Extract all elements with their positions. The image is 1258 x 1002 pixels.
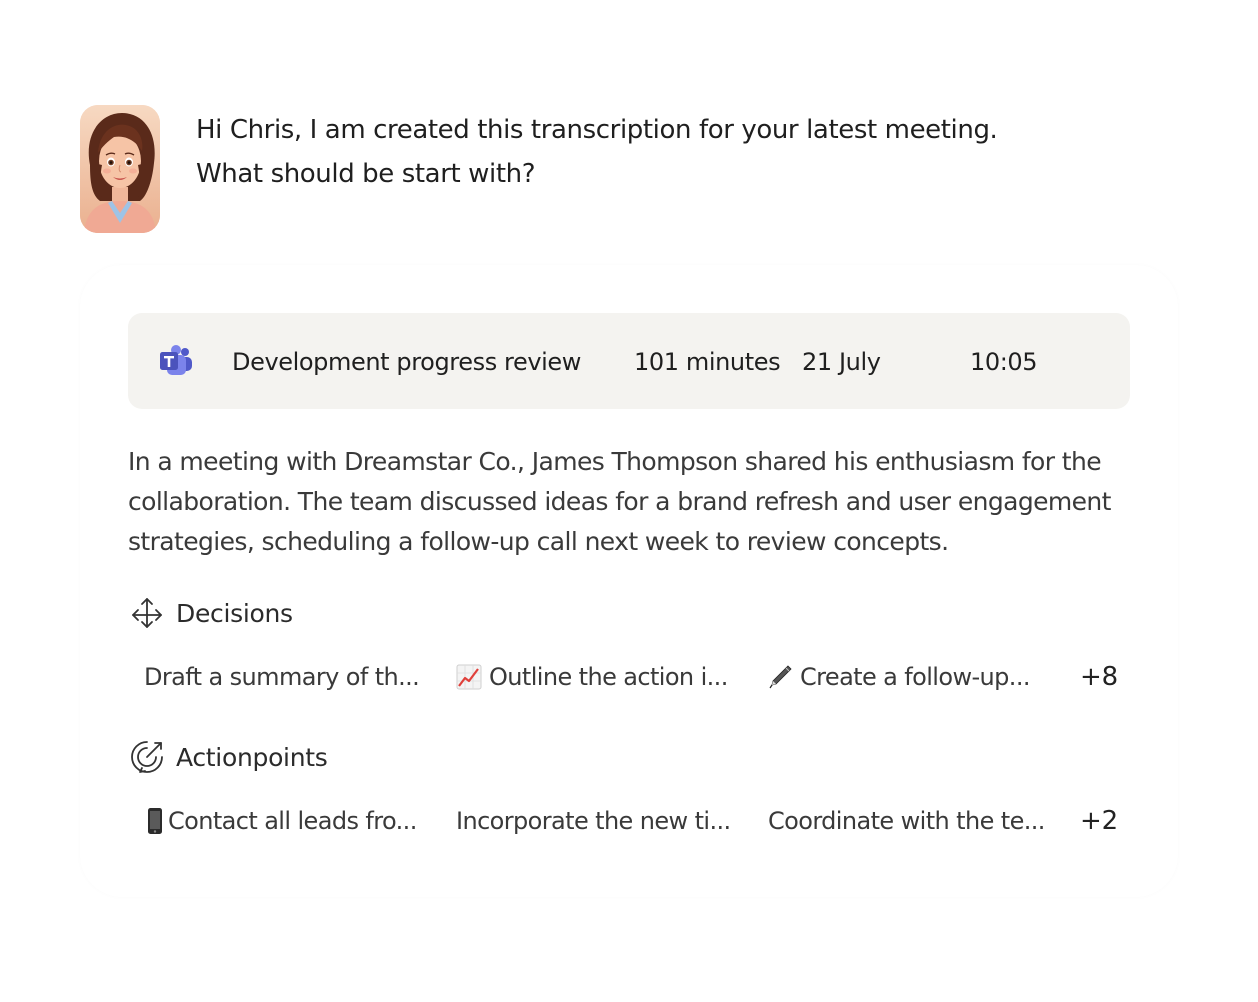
assistant-avatar-illustration — [80, 105, 160, 233]
actionpoint-item[interactable]: Contact all leads fro... — [144, 804, 417, 838]
meeting-date: 21 July — [802, 348, 881, 376]
decision-item-label: Outline the action i... — [489, 663, 728, 691]
decisions-title: Decisions — [176, 598, 293, 628]
meeting-duration: 101 minutes — [634, 348, 781, 376]
decisions-more-button[interactable]: +8 — [1080, 660, 1118, 694]
decisions-header: Decisions — [128, 593, 293, 633]
decision-item[interactable]: Outline the action i... — [455, 660, 728, 694]
decision-item[interactable]: Draft a summary of th... — [144, 660, 420, 694]
actionpoints-more-button[interactable]: +2 — [1080, 804, 1118, 838]
pen-icon — [766, 663, 794, 691]
arrows-move-icon — [132, 598, 162, 628]
assistant-greeting: Hi Chris, I am created this transcriptio… — [196, 108, 1156, 196]
actionpoint-item[interactable]: Incorporate the new ti... — [456, 804, 731, 838]
meeting-title: Development progress review — [232, 348, 582, 376]
rocket-target-icon — [131, 741, 163, 773]
meeting-time: 10:05 — [970, 348, 1038, 376]
greeting-line-2: What should be start with? — [196, 159, 536, 189]
chart-increasing-icon — [455, 663, 483, 691]
decision-item-label: Create a follow-up... — [800, 663, 1030, 691]
actionpoints-title: Actionpoints — [176, 742, 328, 772]
summary-line-3: strategies, scheduling a follow-up call … — [128, 527, 949, 556]
mobile-phone-icon — [144, 807, 166, 835]
assistant-avatar — [80, 105, 160, 233]
actionpoint-item[interactable]: Coordinate with the te... — [768, 804, 1045, 838]
actionpoint-item-label: Contact all leads fro... — [168, 807, 417, 835]
decision-item[interactable]: Create a follow-up... — [766, 660, 1030, 694]
greeting-line-1: Hi Chris, I am created this transcriptio… — [196, 115, 998, 145]
teams-icon — [160, 345, 192, 375]
actionpoint-item-label: Coordinate with the te... — [768, 807, 1045, 835]
actionpoint-item-label: Incorporate the new ti... — [456, 807, 731, 835]
decision-item-label: Draft a summary of th... — [144, 663, 420, 691]
actionpoints-header: Actionpoints — [128, 737, 328, 777]
summary-line-1: In a meeting with Dreamstar Co., James T… — [128, 447, 1102, 476]
page: Hi Chris, I am created this transcriptio… — [0, 0, 1258, 1002]
summary-line-2: collaboration. The team discussed ideas … — [128, 487, 1111, 516]
meeting-summary-text: In a meeting with Dreamstar Co., James T… — [128, 442, 1138, 562]
